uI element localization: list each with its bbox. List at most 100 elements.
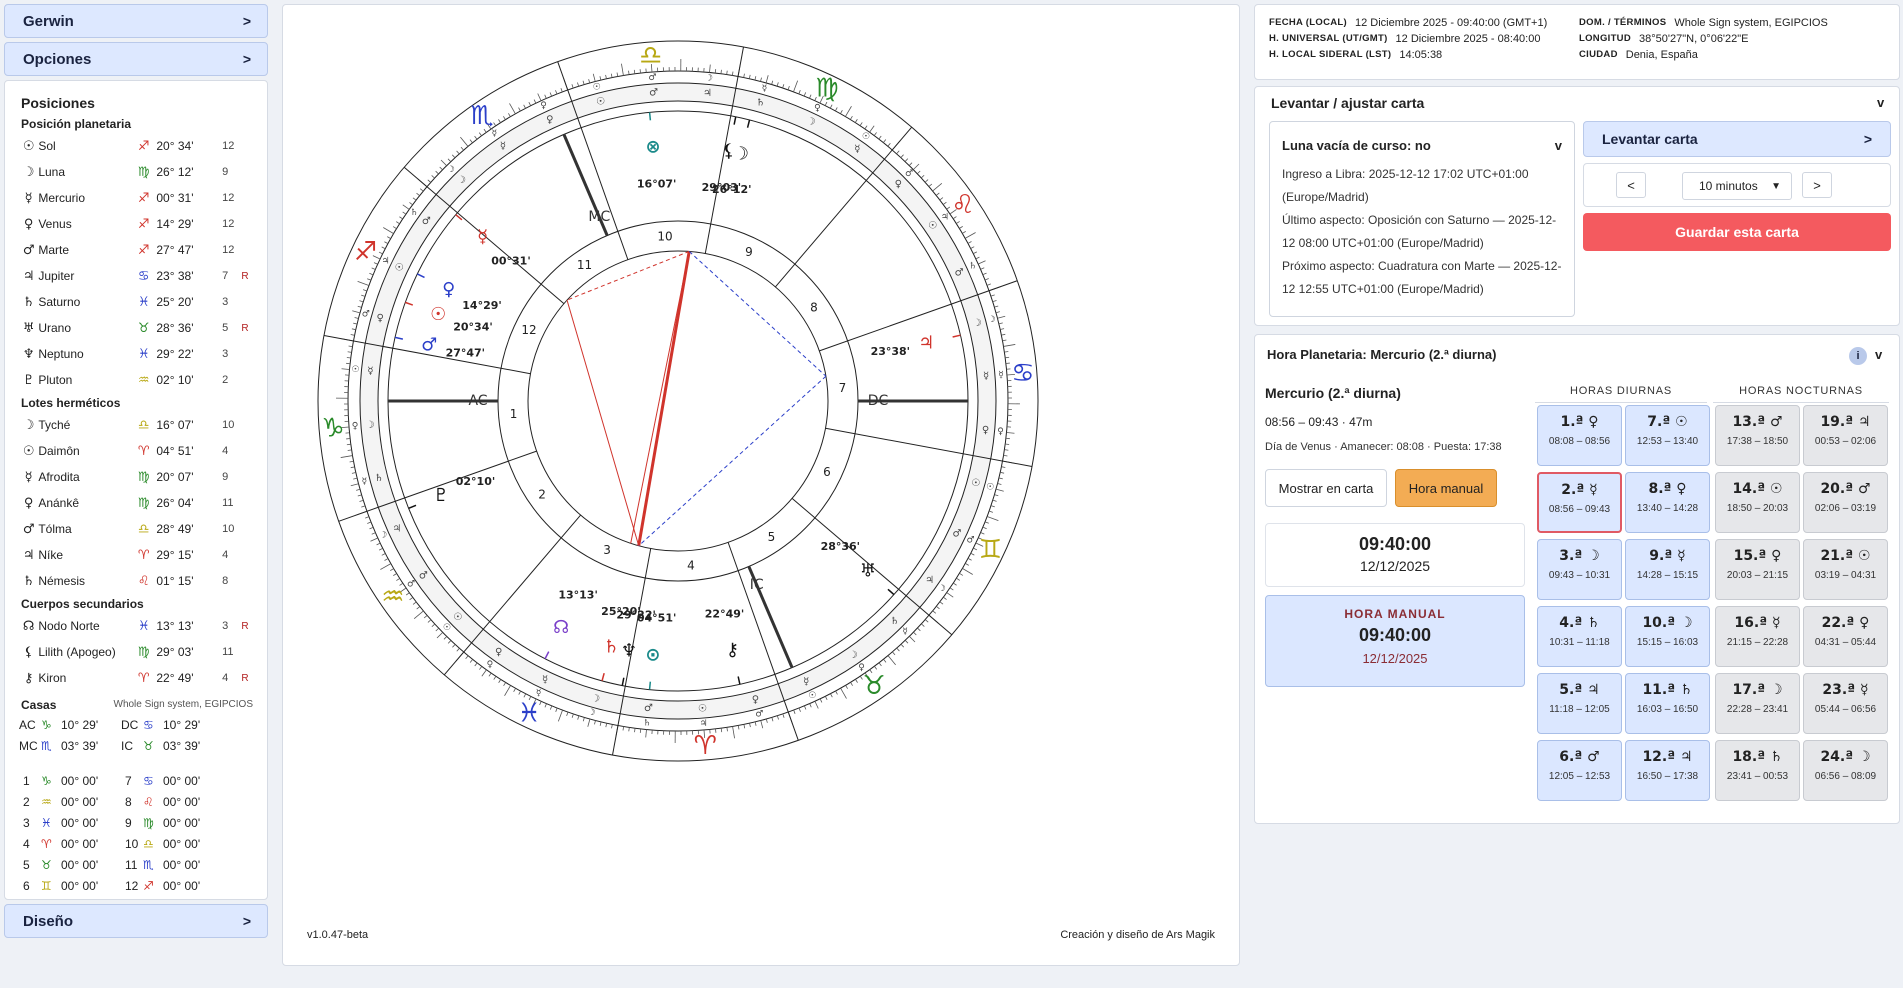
levantar-title[interactable]: Levantar / ajustar carta [1271,95,1424,111]
position-row[interactable]: ♃ Jupiter ♋ 23° 38' 7 R [19,263,253,289]
chevron-down-icon[interactable]: v [1875,347,1882,362]
planetary-hour-cell[interactable]: 9.ª ☿ 14:28 – 15:15 [1625,539,1710,600]
planetary-hour-cell[interactable]: 1.ª ♀ 08:08 – 08:56 [1537,405,1622,466]
position-row[interactable]: ♂ Marte ♐ 27° 47' 12 [19,237,253,263]
chevron-down-icon[interactable]: v [1877,95,1884,110]
sign-glyph: ♈ [137,670,150,686]
body-name: Neptuno [38,347,84,361]
planetary-hour-cell[interactable]: 4.ª ♄ 10:31 – 11:18 [1537,606,1622,667]
hora-manual-button[interactable]: Hora manual [1395,469,1497,507]
zodiac-sign-glyph: ♉ [862,671,885,701]
angle-row: MC ♏ 03° 39' IC ♉ 03° 39' [19,735,253,756]
position-row[interactable]: ♀ Anánkê ♍ 26° 04' 11 [19,490,253,516]
planetary-hour-cell[interactable]: 8.ª ♀ 13:40 – 14:28 [1625,472,1710,533]
planetary-hour-cell[interactable]: 2.ª ☿ 08:56 – 09:43 [1537,472,1622,533]
mostrar-en-carta-button[interactable]: Mostrar en carta [1265,469,1387,507]
position-row[interactable]: ☉ Daimôn ♈ 04° 51' 4 [19,438,253,464]
position-row[interactable]: ♇ Pluton ♒ 02° 10' 2 [19,367,253,393]
position-row[interactable]: ☿ Afrodita ♍ 20° 07' 9 [19,464,253,490]
degree-tick [1005,443,1010,445]
planetary-hour-cell[interactable]: 20.ª ♂ 02:06 – 03:19 [1803,472,1888,533]
zodiac-sign-glyph: ♏ [470,101,493,131]
position-row[interactable]: ☿ Mercurio ♐ 00° 31' 12 [19,185,253,211]
decan-ruler-glyph: ☿ [542,674,548,685]
sign-glyph: ♉ [143,738,154,753]
position-row[interactable]: ♀ Venus ♐ 14° 29' 12 [19,211,253,237]
position-row[interactable]: ♄ Némesis ♌ 01° 15' 8 [19,568,253,594]
chart-body-glyph[interactable]: ⚷ [726,640,739,661]
hora-planetaria-title[interactable]: Hora Planetaria: Mercurio (2.ª diurna) [1267,347,1496,362]
planetary-hour-cell[interactable]: 3.ª ☽ 09:43 – 10:31 [1537,539,1622,600]
position-row[interactable]: ♃ Níke ♈ 29° 15' 4 [19,542,253,568]
info-icon[interactable]: i [1849,347,1867,365]
planetary-hour-cell[interactable]: 22.ª ♀ 04:31 – 05:44 [1803,606,1888,667]
hour-range: 21:15 – 22:28 [1726,637,1789,648]
chart-body-glyph[interactable]: ☊ [553,617,569,638]
gerwin-accordion[interactable]: Gerwin > [4,4,268,38]
astro-chart-wheel[interactable]: ♈ ♉ ♊ ♋ ♌ ♍ ♎ ♏ ♐ ♑ ♒ ♓ ♂ ☉ ♀ ☿ ☽ ♄ ♃ ♂ ☉ ♀ ☿ ☽ ♂ ☉ ♀ ☿ ☽ ♄ ♃ ♂ ☉ ♀ ☿ ☽ ♂ ☉ ♀ ☿… [283,5,1241,967]
sign-glyph: ♓ [137,294,150,310]
chart-body-glyph[interactable]: ♃ [918,333,934,354]
planetary-hour-cell[interactable]: 14.ª ☉ 18:50 – 20:03 [1715,472,1800,533]
opciones-accordion[interactable]: Opciones > [4,42,268,76]
levantar-carta-button[interactable]: Levantar carta > [1583,121,1891,157]
sign-glyph: ♌ [143,794,154,809]
term-ruler-glyph: ♄ [643,719,651,729]
body-house: 11 [222,497,234,509]
planetary-hour-cell[interactable]: 7.ª ☉ 12:53 – 13:40 [1625,405,1710,466]
planetary-hour-cell[interactable]: 18.ª ♄ 23:41 – 00:53 [1715,740,1800,801]
diseno-accordion[interactable]: Diseño > [4,904,268,938]
position-row[interactable]: ⚸ Lilith (Apogeo) ♍ 29° 03' 11 [19,639,253,665]
position-row[interactable]: ☽ Luna ♍ 26° 12' 9 [19,159,253,185]
planetary-hour-cell[interactable]: 6.ª ♂ 12:05 – 12:53 [1537,740,1622,801]
luna-vacia-title: Luna vacía de curso: no [1282,138,1431,153]
planetary-hour-cell[interactable]: 15.ª ♀ 20:03 – 21:15 [1715,539,1800,600]
position-row[interactable]: ♆ Neptuno ♓ 29° 22' 3 [19,341,253,367]
decan-ruler-glyph: ☽ [806,117,815,128]
chart-body-glyph[interactable]: ♂ [421,335,437,356]
chart-body-glyph[interactable]: ⚸ [722,141,735,162]
chart-body-glyph[interactable]: ♆ [621,641,637,662]
chart-body-glyph[interactable]: ♇ [433,485,449,506]
chevron-down-icon[interactable]: v [1555,134,1562,157]
angle-degree: 10° 29' [163,717,201,732]
position-row[interactable]: ♄ Saturno ♓ 25° 20' 3 [19,289,253,315]
prev-step-button[interactable]: < [1616,172,1646,198]
position-row[interactable]: ☽ Tyché ♎ 16° 07' 10 [19,412,253,438]
step-select[interactable]: 10 minutos ▼ [1682,172,1792,200]
position-row[interactable]: ☊ Nodo Norte ♓ 13° 13' 3 R [19,613,253,639]
planetary-hour-cell[interactable]: 17.ª ☽ 22:28 – 23:41 [1715,673,1800,734]
chart-body-glyph[interactable]: ☉ [430,304,446,325]
chart-body-glyph[interactable]: ⊗ [645,137,660,158]
planetary-hour-cell[interactable]: 12.ª ♃ 16:50 – 17:38 [1625,740,1710,801]
position-row[interactable]: ⚷ Kiron ♈ 22° 49' 4 R [19,665,253,691]
sign-glyph: ♈ [137,443,150,459]
sign-glyph: ♍ [143,815,154,830]
sign-glyph: ♓ [137,346,150,362]
chevron-right-icon: > [242,13,251,29]
chart-body-degree: 16°07' [637,178,676,191]
body-glyph: ☿ [24,469,33,485]
guardar-carta-button[interactable]: Guardar esta carta [1583,213,1891,251]
angle-label: DC [868,393,889,409]
position-row[interactable]: ♂ Tólma ♎ 28° 49' 10 [19,516,253,542]
position-row[interactable]: ☉ Sol ♐ 20° 34' 12 [19,133,253,159]
planetary-hour-cell[interactable]: 5.ª ♃ 11:18 – 12:05 [1537,673,1622,734]
planetary-hour-cell[interactable]: 24.ª ☽ 06:56 – 08:09 [1803,740,1888,801]
planetary-hour-cell[interactable]: 23.ª ☿ 05:44 – 06:56 [1803,673,1888,734]
planetary-hour-cell[interactable]: 16.ª ☿ 21:15 – 22:28 [1715,606,1800,667]
chart-body-glyph[interactable]: ☿ [477,227,488,248]
chart-body-glyph[interactable]: ♀ [442,279,455,300]
planetary-hour-cell[interactable]: 10.ª ☽ 15:15 – 16:03 [1625,606,1710,667]
planetary-hour-cell[interactable]: 21.ª ☉ 03:19 – 04:31 [1803,539,1888,600]
position-row[interactable]: ♅ Urano ♉ 28° 36' 5 R [19,315,253,341]
planetary-hour-cell[interactable]: 11.ª ♄ 16:03 – 16:50 [1625,673,1710,734]
next-step-button[interactable]: > [1802,172,1832,198]
planetary-hour-cell[interactable]: 19.ª ♃ 00:53 – 02:06 [1803,405,1888,466]
sign-glyph: ♐ [137,138,150,154]
body-glyph: ♀ [23,216,34,232]
chart-body-glyph[interactable]: ♄ [603,637,619,658]
chart-body-glyph[interactable]: ⊙ [645,644,660,665]
planetary-hour-cell[interactable]: 13.ª ♂ 17:38 – 18:50 [1715,405,1800,466]
chart-body-glyph[interactable]: ♅ [860,561,876,582]
